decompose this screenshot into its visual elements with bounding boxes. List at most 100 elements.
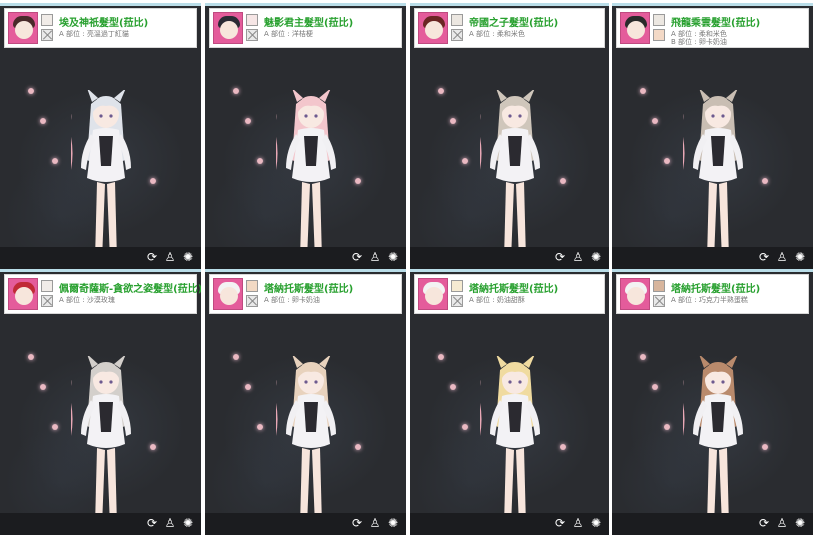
- character-figure: [275, 90, 336, 266]
- person-icon[interactable]: ♙: [775, 516, 789, 530]
- item-title: 塔納托斯髮型(菈比): [264, 284, 354, 295]
- refresh-icon[interactable]: ⟳: [145, 516, 159, 530]
- item-avatar: [213, 278, 243, 310]
- person-icon[interactable]: ♙: [163, 516, 177, 530]
- color-swatch-b[interactable]: [246, 29, 258, 41]
- lightbulb-icon[interactable]: ✺: [793, 516, 807, 530]
- refresh-icon[interactable]: ⟳: [757, 516, 771, 530]
- sparkle-effect: [150, 444, 156, 450]
- sparkle-effect: [245, 384, 251, 390]
- color-swatch-a[interactable]: [451, 280, 463, 292]
- color-swatch-a[interactable]: [41, 14, 53, 26]
- color-swatch-a[interactable]: [246, 14, 258, 26]
- item-title: 佩爾奇薩斯-貪欲之姿髮型(菈比): [59, 284, 201, 295]
- part-a-color: A 部位 : 亮溫過丁紅貓: [59, 30, 129, 38]
- character-preview[interactable]: [410, 314, 609, 532]
- character-preview[interactable]: [205, 48, 406, 266]
- character-preview[interactable]: [0, 48, 201, 266]
- sparkle-effect: [355, 178, 361, 184]
- sparkle-effect: [560, 178, 566, 184]
- item-title: 塔納托斯髮型(菈比): [671, 284, 761, 295]
- hairstyle-card-6: 塔納托斯髮型(菈比) A 部位 : 卵卡奶油 ⟳ ♙ ✺: [205, 269, 406, 535]
- sparkle-effect: [652, 384, 658, 390]
- person-icon[interactable]: ♙: [368, 250, 382, 264]
- card-top-accent: [205, 269, 406, 272]
- sparkle-effect: [462, 158, 468, 164]
- character-preview[interactable]: [0, 314, 201, 532]
- lightbulb-icon[interactable]: ✺: [181, 250, 195, 264]
- sparkle-effect: [28, 88, 34, 94]
- color-swatch-a[interactable]: [451, 14, 463, 26]
- sparkle-effect: [245, 118, 251, 124]
- item-avatar: [418, 278, 448, 310]
- color-swatch-a[interactable]: [246, 280, 258, 292]
- person-icon[interactable]: ♙: [163, 250, 177, 264]
- lightbulb-icon[interactable]: ✺: [181, 516, 195, 530]
- color-swatch-b[interactable]: [653, 295, 665, 307]
- color-swatch-b[interactable]: [451, 295, 463, 307]
- color-swatch-b[interactable]: [41, 295, 53, 307]
- color-swatch-a[interactable]: [653, 280, 665, 292]
- refresh-icon[interactable]: ⟳: [350, 250, 364, 264]
- refresh-icon[interactable]: ⟳: [553, 516, 567, 530]
- lightbulb-icon[interactable]: ✺: [589, 250, 603, 264]
- sparkle-effect: [450, 384, 456, 390]
- sparkle-effect: [257, 158, 263, 164]
- avatar-face: [15, 21, 33, 39]
- sparkle-effect: [52, 424, 58, 430]
- person-icon[interactable]: ♙: [571, 516, 585, 530]
- preview-toolbar: ⟳ ♙ ✺: [410, 513, 609, 535]
- sparkle-effect: [233, 88, 239, 94]
- color-swatch-b[interactable]: [246, 295, 258, 307]
- refresh-icon[interactable]: ⟳: [145, 250, 159, 264]
- sparkle-effect: [438, 354, 444, 360]
- lightbulb-icon[interactable]: ✺: [386, 250, 400, 264]
- preview-toolbar: ⟳ ♙ ✺: [0, 513, 201, 535]
- sparkle-effect: [560, 444, 566, 450]
- character-preview[interactable]: [612, 314, 813, 532]
- character-figure: [275, 356, 336, 532]
- preview-toolbar: ⟳ ♙ ✺: [612, 513, 813, 535]
- color-swatch-b[interactable]: [653, 29, 665, 41]
- sparkle-effect: [652, 118, 658, 124]
- item-header: 佩爾奇薩斯-貪欲之姿髮型(菈比) A 部位 : 沙漠玫瑰: [4, 274, 201, 314]
- part-a-color: A 部位 : 柔和米色: [469, 30, 525, 38]
- item-avatar: [418, 12, 448, 44]
- person-icon[interactable]: ♙: [368, 516, 382, 530]
- avatar-face: [425, 287, 443, 305]
- lightbulb-icon[interactable]: ✺: [589, 516, 603, 530]
- item-avatar: [620, 12, 650, 44]
- sparkle-effect: [762, 444, 768, 450]
- item-title: 飛龍乘雲髮型(菈比): [671, 18, 761, 29]
- color-swatch-b[interactable]: [451, 29, 463, 41]
- refresh-icon[interactable]: ⟳: [553, 250, 567, 264]
- character-preview[interactable]: [205, 314, 406, 532]
- character-preview[interactable]: [410, 48, 609, 266]
- character-preview[interactable]: [612, 48, 813, 266]
- card-top-accent: [410, 3, 609, 6]
- refresh-icon[interactable]: ⟳: [350, 516, 364, 530]
- color-swatch-a[interactable]: [653, 14, 665, 26]
- character-figure: [479, 90, 540, 266]
- item-header: 塔納托斯髮型(菈比) A 部位 : 卵卡奶油: [209, 274, 402, 314]
- refresh-icon[interactable]: ⟳: [757, 250, 771, 264]
- item-title: 塔納托斯髮型(菈比): [469, 284, 559, 295]
- sparkle-effect: [40, 384, 46, 390]
- color-swatch-a[interactable]: [41, 280, 53, 292]
- person-icon[interactable]: ♙: [775, 250, 789, 264]
- color-swatch-b[interactable]: [41, 29, 53, 41]
- sparkle-effect: [664, 424, 670, 430]
- hairstyle-preview-grid: 埃及神祇髮型(菈比) A 部位 : 亮溫過丁紅貓 ⟳ ♙ ✺ 魅影君主髮型(菈比…: [0, 0, 813, 540]
- avatar-face: [220, 287, 238, 305]
- character-figure: [682, 90, 743, 266]
- hairstyle-card-2: 魅影君主髮型(菈比) A 部位 : 洋桔梗 ⟳ ♙ ✺: [205, 3, 406, 269]
- lightbulb-icon[interactable]: ✺: [386, 516, 400, 530]
- hairstyle-card-4: 飛龍乘雲髮型(菈比) A 部位 : 柔和米色 B 部位 : 卵卡奶油 ⟳ ♙ ✺: [612, 3, 813, 269]
- avatar-face: [627, 287, 645, 305]
- character-figure: [479, 356, 540, 532]
- hairstyle-card-8: 塔納托斯髮型(菈比) A 部位 : 巧克力半熟蛋糕 ⟳ ♙ ✺: [612, 269, 813, 535]
- item-header: 埃及神祇髮型(菈比) A 部位 : 亮溫過丁紅貓: [4, 8, 197, 48]
- lightbulb-icon[interactable]: ✺: [793, 250, 807, 264]
- card-top-accent: [0, 3, 201, 6]
- person-icon[interactable]: ♙: [571, 250, 585, 264]
